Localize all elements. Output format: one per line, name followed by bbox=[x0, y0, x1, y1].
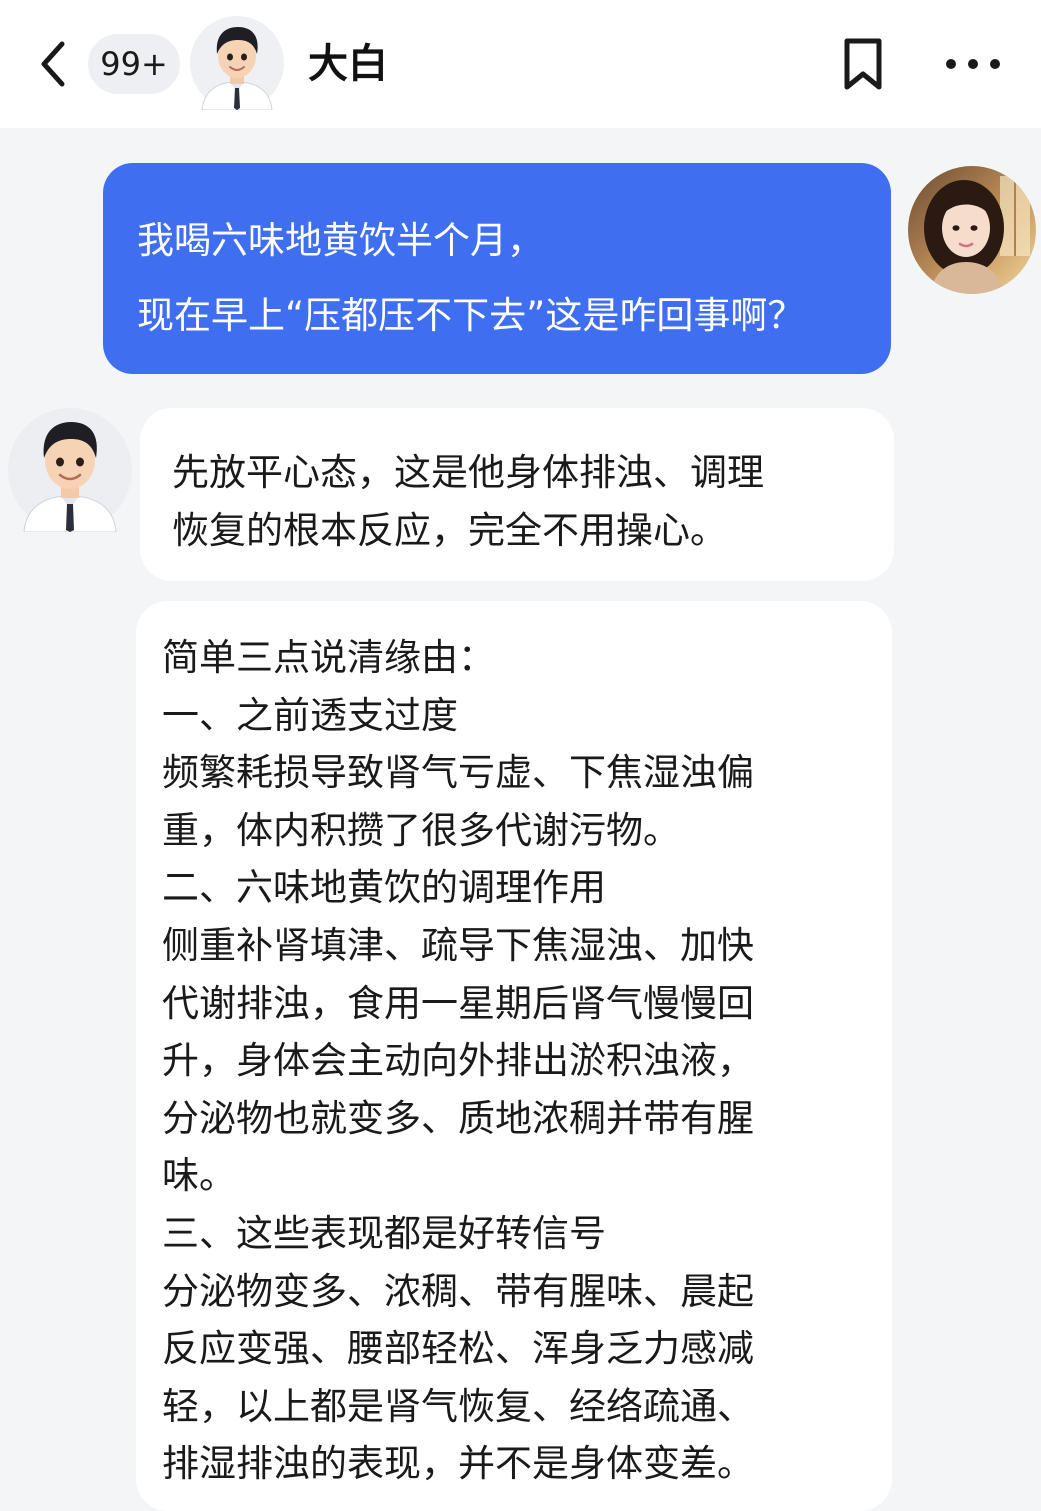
message-line: 现在早上“压都压不下去”这是咋回事啊？ bbox=[137, 294, 805, 337]
chevron-left-icon bbox=[41, 41, 65, 87]
message-line: 升，身体会主动向外排出淤积浊液， bbox=[162, 1039, 754, 1083]
message-line: 排湿排浊的表现，并不是身体变差。 bbox=[162, 1442, 754, 1486]
back-button[interactable] bbox=[32, 34, 76, 94]
user-message-bubble[interactable]: 我喝六味地黄饮半个月， 现在早上“压都压不下去”这是咋回事啊？ bbox=[103, 163, 891, 374]
message-line: 味。 bbox=[162, 1154, 236, 1198]
message-line: 我喝六味地黄饮半个月， bbox=[137, 219, 544, 262]
message-line: 恢复的根本反应，完全不用操心。 bbox=[172, 509, 727, 552]
more-button[interactable] bbox=[940, 44, 1006, 84]
message-line: 分泌物也就变多、质地浓稠并带有腥 bbox=[162, 1096, 754, 1140]
message-line: 频繁耗损导致肾气亏虚、下焦湿浊偏 bbox=[162, 751, 754, 795]
bookmark-button[interactable] bbox=[838, 36, 888, 92]
message-line: 轻，以上都是肾气恢复、经络疏通、 bbox=[162, 1384, 754, 1428]
message-line: 三、这些表现都是好转信号 bbox=[162, 1211, 606, 1255]
user-avatar[interactable] bbox=[908, 166, 1036, 294]
bot-message-bubble[interactable]: 简单三点说清缘由： 一、之前透支过度 频繁耗损导致肾气亏虚、下焦湿浊偏 重，体内… bbox=[136, 601, 892, 1511]
message-line: 分泌物变多、浓稠、带有腥味、晨起 bbox=[162, 1269, 754, 1313]
more-horizontal-icon bbox=[946, 59, 1000, 69]
message-line: 一、之前透支过度 bbox=[162, 693, 458, 737]
message-line: 代谢排浊，食用一星期后肾气慢慢回 bbox=[162, 981, 754, 1025]
bot-avatar[interactable] bbox=[8, 408, 132, 533]
bookmark-icon bbox=[844, 38, 882, 90]
unread-count-badge[interactable]: 99+ bbox=[88, 34, 180, 94]
message-line: 先放平心态，这是他身体排浊、调理 bbox=[172, 451, 764, 494]
message-line: 侧重补肾填津、疏导下焦湿浊、加快 bbox=[162, 923, 754, 967]
bot-message-bubble[interactable]: 先放平心态，这是他身体排浊、调理 恢复的根本反应，完全不用操心。 bbox=[140, 408, 894, 581]
message-line: 反应变强、腰部轻松、浑身乏力感减 bbox=[162, 1327, 754, 1371]
message-line: 重，体内积攒了很多代谢污物。 bbox=[162, 808, 680, 852]
contact-avatar[interactable] bbox=[190, 16, 284, 111]
message-line: 简单三点说清缘由： bbox=[162, 636, 495, 679]
top-bar: 99+ 大白 bbox=[0, 0, 1041, 128]
message-line: 二、六味地黄饮的调理作用 bbox=[162, 866, 606, 910]
contact-name: 大白 bbox=[308, 41, 388, 87]
